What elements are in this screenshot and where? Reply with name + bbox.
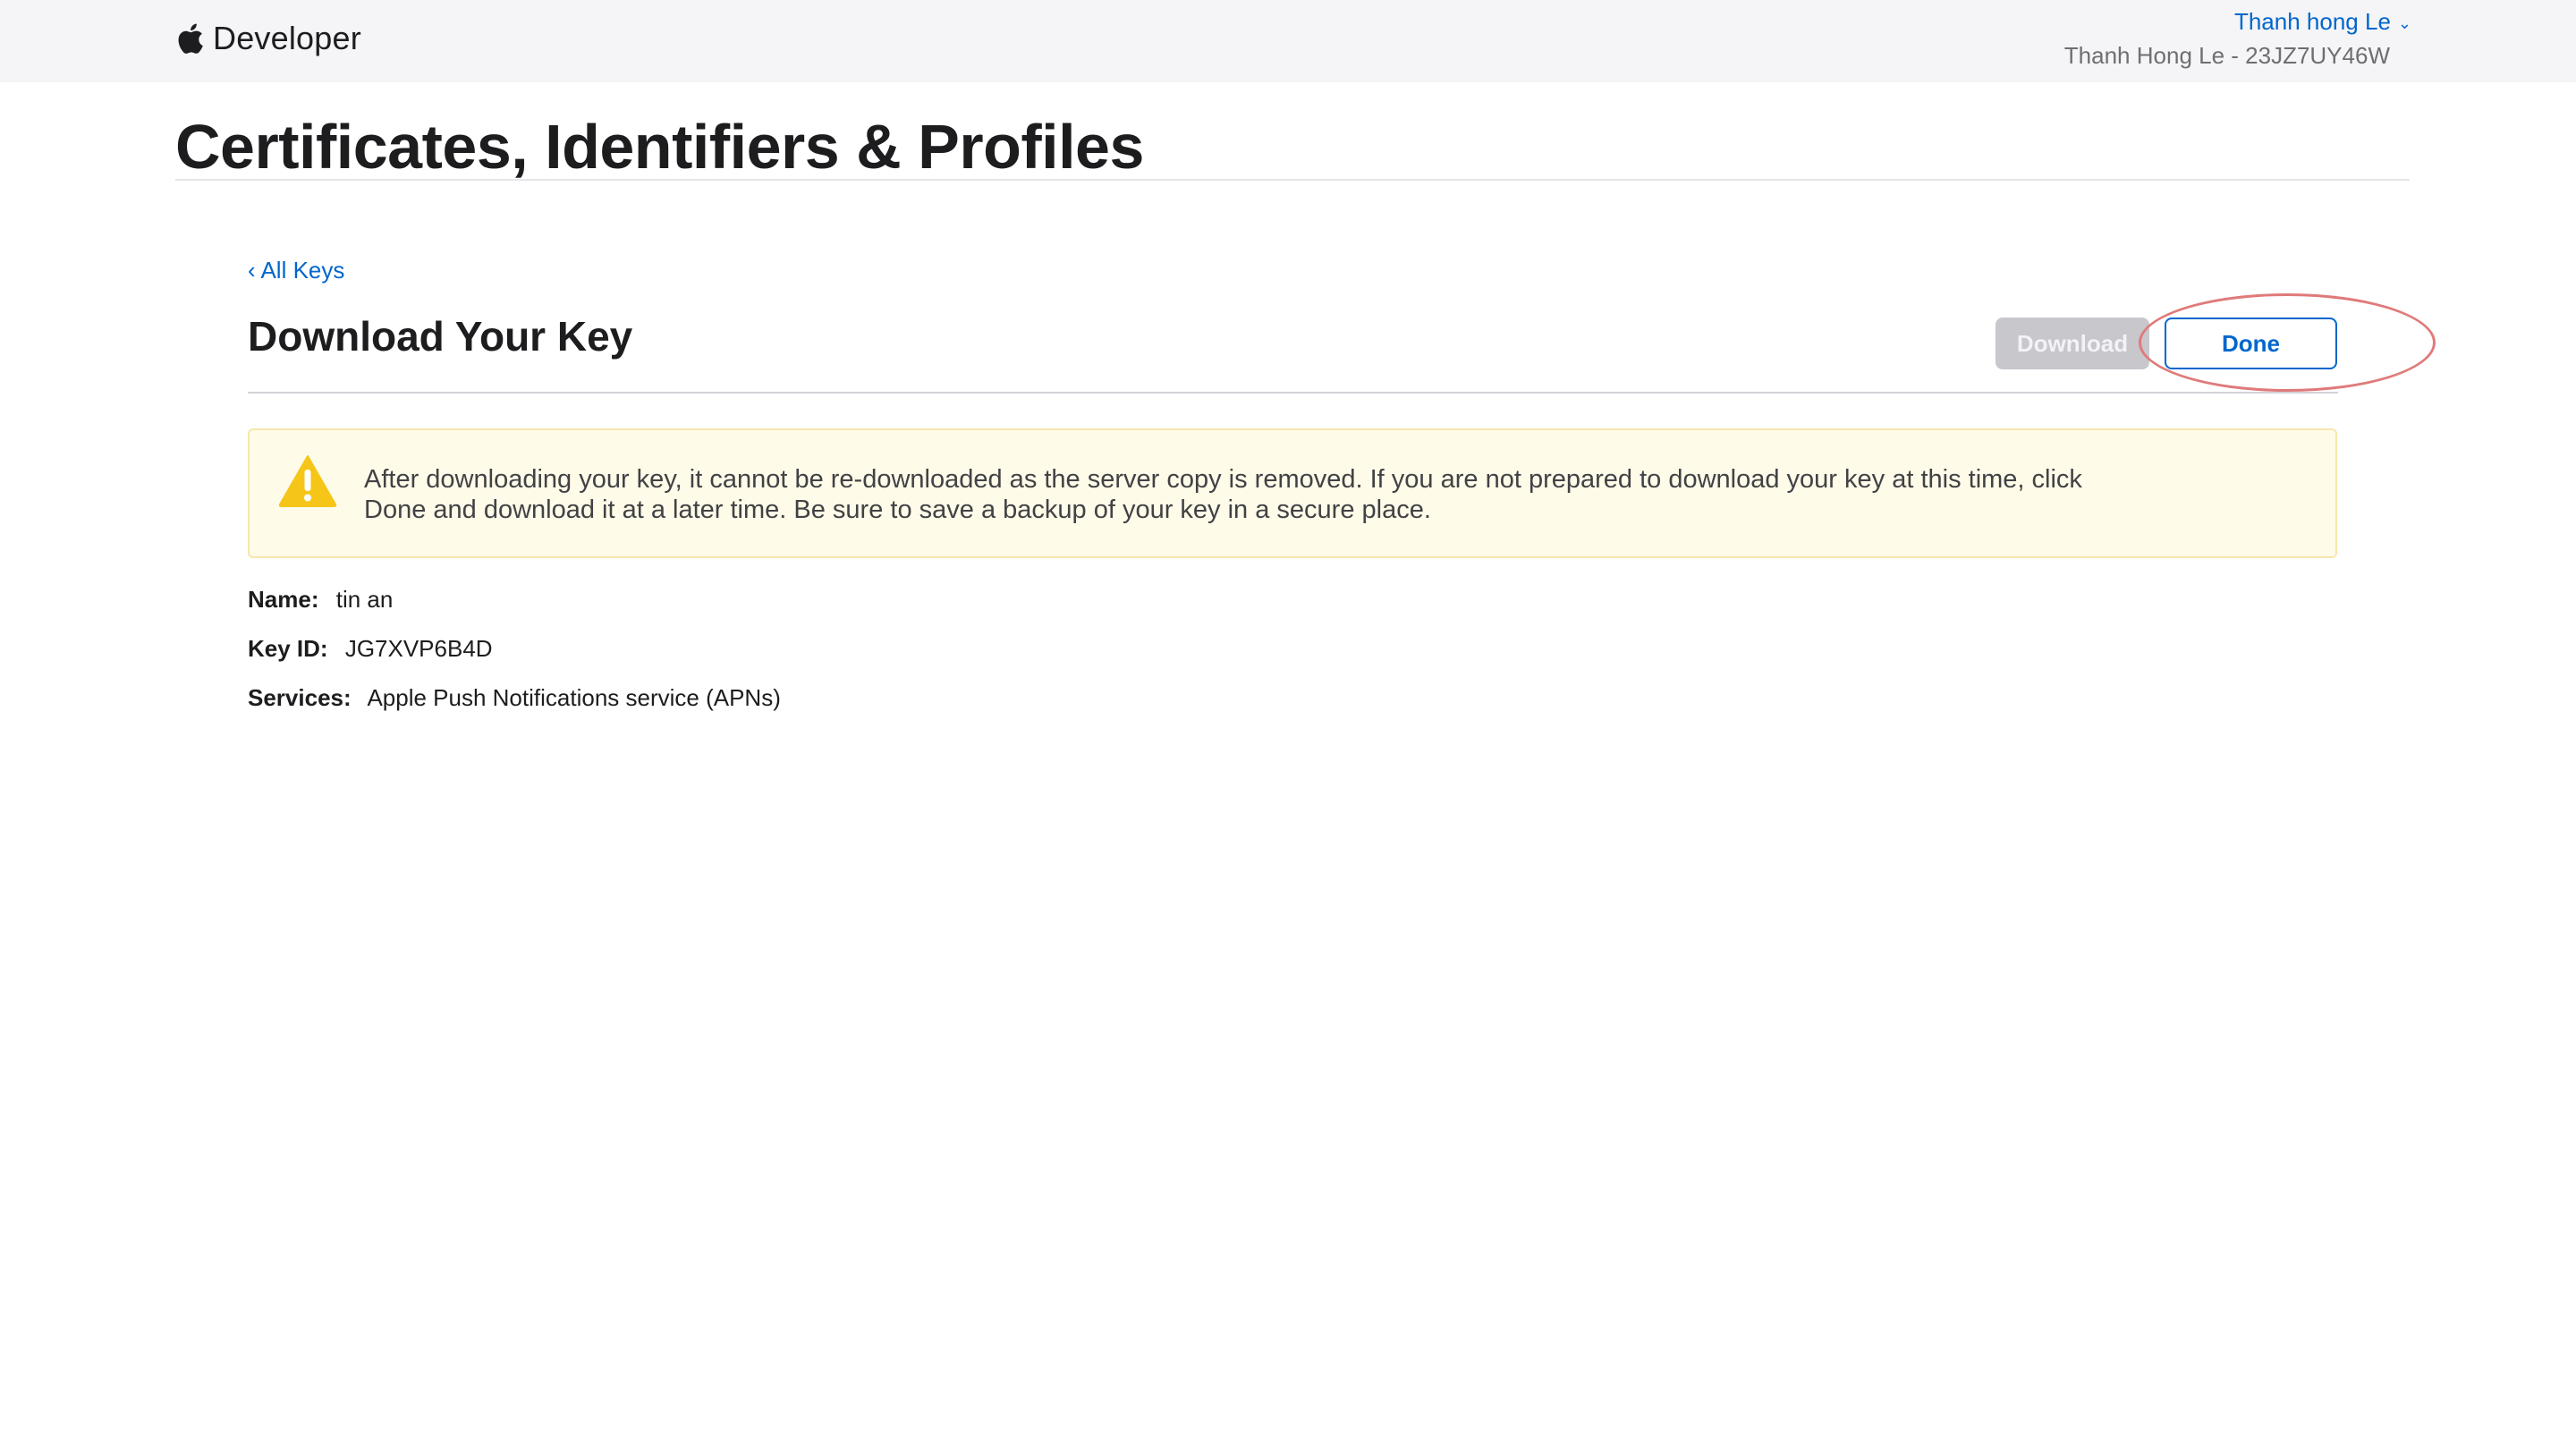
done-button[interactable]: Done bbox=[2165, 318, 2337, 369]
key-id-label: Key ID: bbox=[248, 635, 328, 662]
section-divider bbox=[248, 392, 2338, 394]
title-divider bbox=[175, 179, 2410, 181]
services-label: Services: bbox=[248, 684, 352, 711]
brand-label: Developer bbox=[213, 20, 361, 56]
detail-row-key-id: Key ID: JG7XVP6B4D bbox=[248, 632, 781, 682]
section-title: Download Your Key bbox=[248, 313, 633, 360]
name-label: Name: bbox=[248, 586, 319, 613]
global-header: Developer Thanh hong Le ⌄ Thanh Hong Le … bbox=[0, 0, 2576, 82]
page-title: Certificates, Identifiers & Profiles bbox=[175, 112, 1144, 182]
key-id-value: JG7XVP6B4D bbox=[344, 635, 493, 662]
account-dropdown[interactable]: Thanh hong Le ⌄ bbox=[2234, 7, 2411, 36]
name-value: tin an bbox=[335, 586, 394, 613]
account-team: Thanh Hong Le - 23JZ7UY46W bbox=[2063, 42, 2390, 69]
detail-row-name: Name: tin an bbox=[248, 583, 781, 632]
account-menu: Thanh hong Le ⌄ Thanh Hong Le - 23JZ7UY4… bbox=[2064, 7, 2411, 72]
download-button[interactable]: Download bbox=[1996, 318, 2149, 369]
detail-row-services: Services: Apple Push Notifications servi… bbox=[248, 682, 781, 731]
all-keys-back-link[interactable]: ‹ All Keys bbox=[248, 254, 344, 286]
warning-banner: After downloading your key, it cannot be… bbox=[248, 428, 2337, 558]
developer-home-link[interactable]: Developer bbox=[175, 16, 361, 61]
apple-logo-icon bbox=[175, 21, 204, 55]
services-value: Apple Push Notifications service (APNs) bbox=[367, 684, 781, 711]
warning-text: After downloading your key, it cannot be… bbox=[364, 465, 2082, 524]
key-details: Name: tin an Key ID: JG7XVP6B4D Services… bbox=[248, 583, 781, 731]
warning-triangle-icon bbox=[278, 453, 337, 507]
account-name: Thanh hong Le bbox=[2233, 8, 2391, 35]
chevron-down-icon: ⌄ bbox=[2397, 14, 2411, 32]
